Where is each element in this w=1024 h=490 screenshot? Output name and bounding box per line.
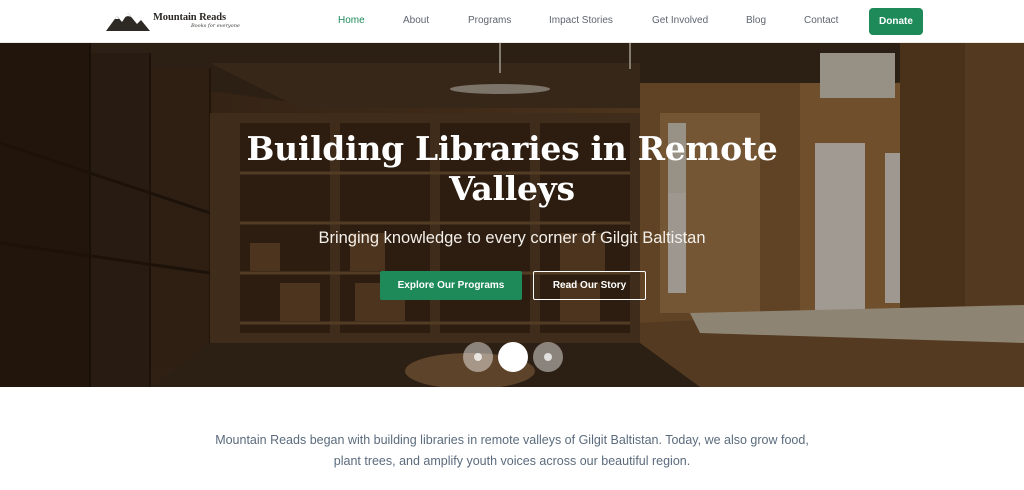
- hero-title: Building Libraries in Remote Valleys: [246, 129, 778, 208]
- read-story-button[interactable]: Read Our Story: [533, 271, 646, 300]
- intro-text: Mountain Reads began with building libra…: [215, 433, 809, 468]
- carousel-dot-2[interactable]: [498, 342, 528, 372]
- nav-contact[interactable]: Contact: [804, 15, 838, 26]
- site-header: Mountain Reads Books for everyone Home A…: [0, 0, 1024, 43]
- hero-overlay: [0, 43, 1024, 387]
- nav-blog[interactable]: Blog: [746, 15, 766, 26]
- nav-impact-stories[interactable]: Impact Stories: [549, 15, 613, 26]
- donate-button[interactable]: Donate: [869, 8, 923, 35]
- main-nav: Home About Programs Impact Stories Get I…: [0, 0, 1024, 43]
- carousel-dot-1[interactable]: [463, 342, 493, 372]
- nav-home[interactable]: Home: [338, 15, 365, 26]
- explore-programs-button[interactable]: Explore Our Programs: [380, 271, 522, 300]
- hero-subtitle: Bringing knowledge to every corner of Gi…: [318, 229, 706, 247]
- carousel-dot-3[interactable]: [533, 342, 563, 372]
- hero-section: Building Libraries in Remote Valleys Bri…: [0, 43, 1024, 387]
- nav-programs[interactable]: Programs: [468, 15, 511, 26]
- nav-get-involved[interactable]: Get Involved: [652, 15, 708, 26]
- nav-about[interactable]: About: [403, 15, 429, 26]
